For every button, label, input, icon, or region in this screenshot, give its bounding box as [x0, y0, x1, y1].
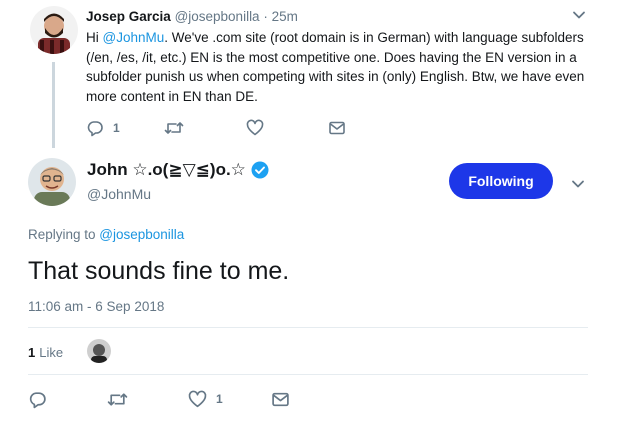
reply-button[interactable] — [28, 388, 47, 410]
envelope-icon — [328, 119, 346, 137]
following-button[interactable]: Following — [449, 163, 553, 199]
like-button[interactable]: 1 — [188, 388, 223, 410]
tweet-text-part: Hi — [86, 30, 103, 45]
heart-icon — [246, 119, 264, 137]
likes-label: Like — [39, 344, 64, 360]
replying-prefix: Replying to — [28, 227, 100, 242]
likes-summary[interactable]: 1 Like — [28, 340, 63, 364]
retweet-icon — [107, 390, 128, 409]
reply-icon — [28, 390, 47, 409]
verified-badge-icon — [251, 161, 269, 179]
thread-line — [52, 62, 55, 148]
parent-tweet-header: Josep Garcia @josepbonilla · 25m — [86, 9, 298, 24]
direct-message-button[interactable] — [271, 388, 290, 410]
chevron-down-icon[interactable] — [570, 6, 588, 24]
separator-dot: · — [263, 9, 268, 24]
parent-tweet-actions: 1 — [86, 118, 386, 138]
retweet-button[interactable] — [107, 388, 128, 410]
author-name[interactable]: Josep Garcia — [86, 9, 171, 24]
mention-link[interactable]: @JohnMu — [103, 30, 165, 45]
author-handle[interactable]: @josepbonilla — [175, 9, 260, 24]
avatar-john[interactable] — [28, 158, 76, 206]
tweet-time[interactable]: 25m — [272, 9, 298, 24]
main-tweet-actions: 1 — [28, 388, 328, 410]
divider — [28, 374, 588, 375]
chevron-down-icon[interactable] — [569, 175, 587, 193]
author-handle[interactable]: @JohnMu — [87, 186, 151, 202]
heart-icon — [188, 390, 207, 409]
retweet-button[interactable] — [164, 118, 184, 138]
author-name-row: John ☆.o(≧▽≦)o.☆ — [87, 160, 269, 180]
reply-count: 1 — [113, 121, 120, 135]
replying-to-link[interactable]: @josepbonilla — [99, 227, 184, 242]
divider — [28, 327, 588, 328]
tweet-timestamp[interactable]: 11:06 am - 6 Sep 2018 — [28, 299, 164, 314]
direct-message-button[interactable] — [328, 118, 346, 138]
avatar-josep[interactable] — [30, 6, 78, 54]
like-button[interactable] — [246, 118, 264, 138]
tweet-text: That sounds fine to me. — [28, 257, 290, 285]
like-count: 1 — [216, 392, 223, 406]
reply-button[interactable]: 1 — [86, 118, 120, 138]
liker-avatar[interactable] — [87, 339, 111, 363]
parent-tweet-text: Hi @JohnMu. We've .com site (root domain… — [86, 28, 596, 106]
retweet-icon — [164, 119, 184, 137]
likes-count: 1 — [28, 344, 36, 360]
envelope-icon — [271, 390, 290, 409]
reply-icon — [86, 119, 104, 137]
replying-to: Replying to @josepbonilla — [28, 227, 184, 242]
author-name[interactable]: John ☆.o(≧▽≦)o.☆ — [87, 160, 246, 180]
